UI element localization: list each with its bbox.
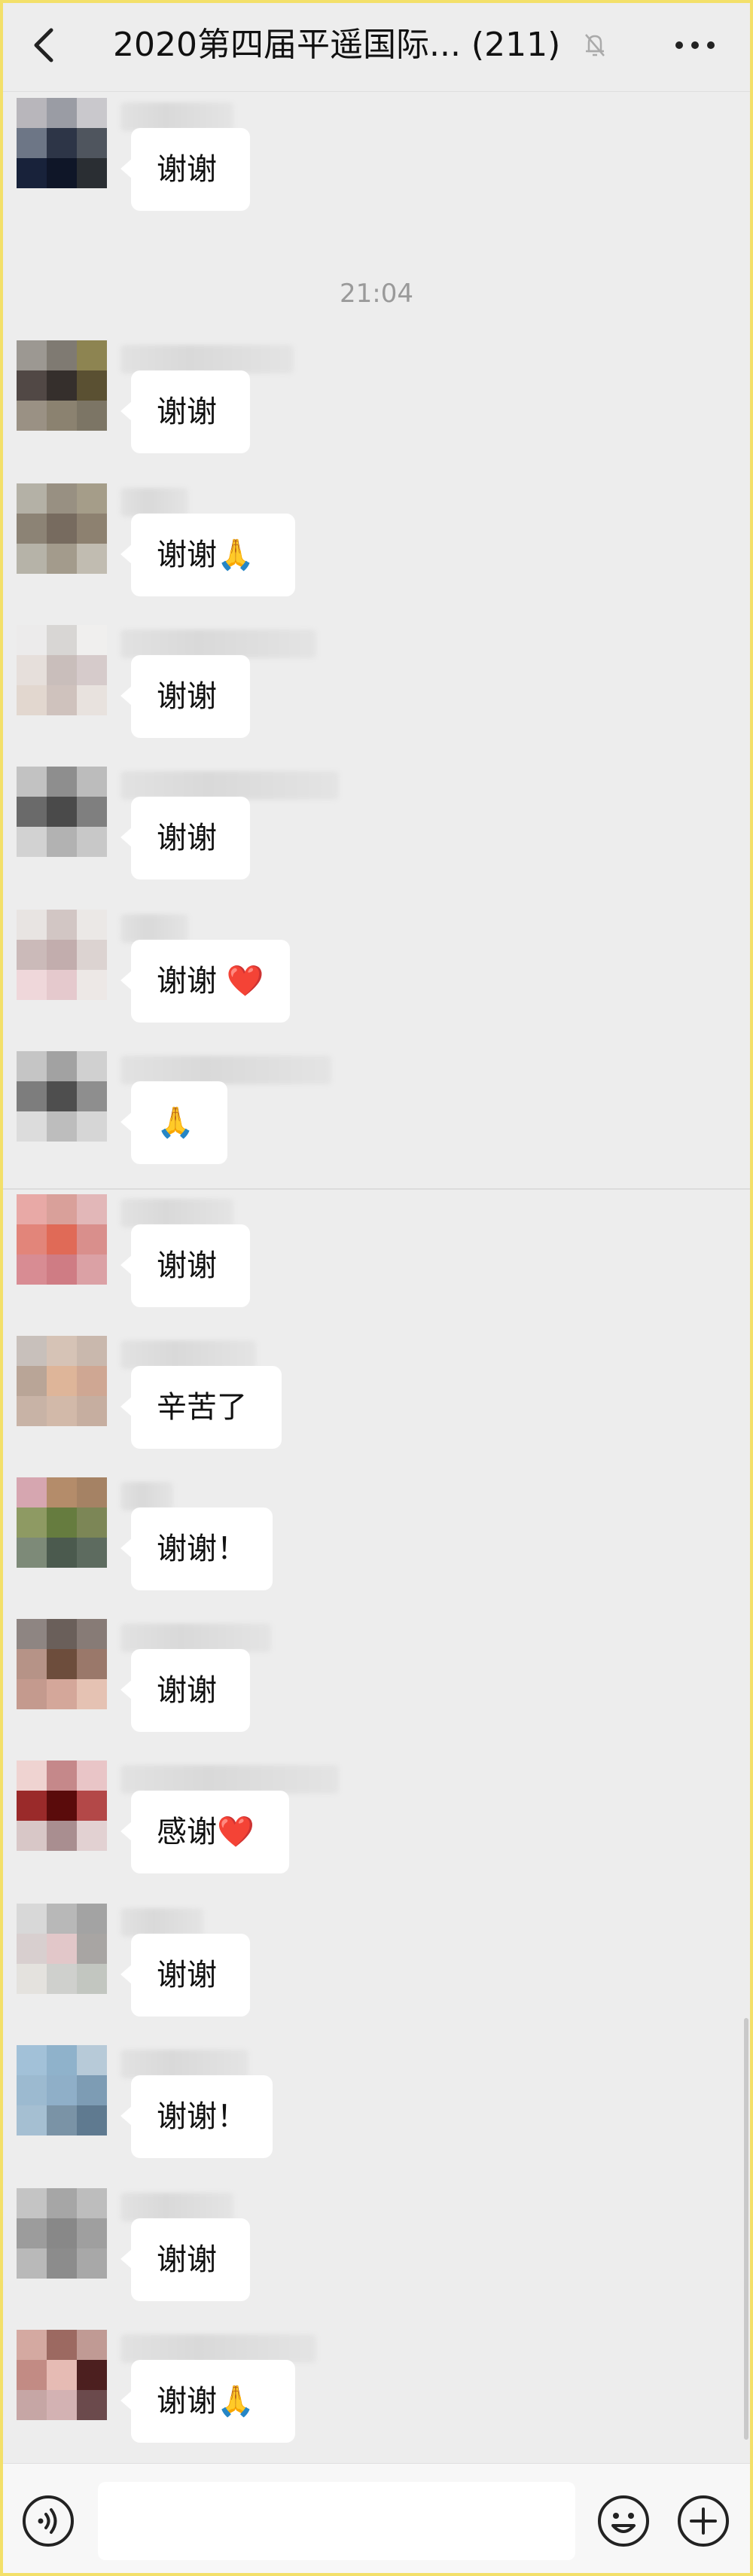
sender-name-blurred — [120, 630, 316, 658]
more-functions-button[interactable] — [676, 2494, 730, 2548]
avatar[interactable] — [17, 1477, 107, 1568]
plus-icon — [678, 2495, 729, 2547]
sender-name-blurred — [120, 2193, 233, 2221]
message-row: 谢谢！ — [0, 2045, 753, 2173]
sender-name-blurred — [120, 1199, 233, 1227]
scrollbar[interactable] — [744, 2018, 748, 2440]
avatar[interactable] — [17, 1051, 107, 1142]
message-bubble[interactable]: 谢谢！ — [120, 2075, 273, 2158]
sender-name-blurred — [120, 102, 233, 131]
sender-name-blurred — [120, 914, 188, 943]
message-row: 谢谢 — [0, 340, 753, 468]
chat-header: 2020第四届平遥国际... (211) — [0, 0, 753, 92]
avatar[interactable] — [17, 625, 107, 715]
message-bubble[interactable]: 谢谢 — [120, 1649, 250, 1732]
avatar[interactable] — [17, 2188, 107, 2279]
message-bubble[interactable]: 谢谢 — [120, 655, 250, 738]
more-dots-icon — [675, 41, 715, 49]
sender-name-blurred — [120, 1482, 173, 1511]
message-bubble[interactable]: 谢谢🙏 — [120, 514, 295, 596]
timestamp: 21:04 — [340, 279, 413, 309]
message-bubble[interactable]: 谢谢！ — [120, 1507, 273, 1590]
chat-title: 2020第四届平遥国际... (211) — [113, 26, 561, 64]
message-row: 谢谢 — [0, 1904, 753, 2032]
voice-button[interactable] — [21, 2494, 75, 2548]
message-row: 感谢❤️ — [0, 1761, 753, 1889]
message-row: 谢谢 — [0, 98, 753, 226]
more-options-button[interactable] — [669, 30, 721, 60]
message-row: 🙏 — [0, 1051, 753, 1179]
message-row: 谢谢！ — [0, 1477, 753, 1605]
avatar[interactable] — [17, 1761, 107, 1851]
voice-icon — [23, 2495, 74, 2547]
message-row: 辛苦了 — [0, 1336, 753, 1464]
bell-muted-icon — [580, 30, 610, 60]
back-button[interactable] — [23, 23, 68, 68]
message-row: 谢谢 ❤️ — [0, 910, 753, 1038]
avatar[interactable] — [17, 1336, 107, 1426]
sender-name-blurred — [120, 1765, 339, 1794]
message-bubble[interactable]: 感谢❤️ — [120, 1791, 289, 1873]
message-bubble[interactable]: 谢谢 — [120, 797, 250, 879]
message-row: 谢谢🙏 — [0, 2330, 753, 2458]
input-bar — [0, 2463, 753, 2576]
message-bubble[interactable]: 谢谢 — [120, 370, 250, 453]
emoji-button[interactable] — [596, 2494, 651, 2548]
avatar[interactable] — [17, 910, 107, 1000]
avatar[interactable] — [17, 1904, 107, 1994]
message-bubble[interactable]: 谢谢 — [120, 1934, 250, 2017]
avatar[interactable] — [17, 1619, 107, 1709]
sender-name-blurred — [120, 1340, 256, 1369]
message-bubble[interactable]: 谢谢🙏 — [120, 2360, 295, 2443]
sender-name-blurred — [120, 488, 188, 517]
message-row: 谢谢 — [0, 767, 753, 895]
sender-name-blurred — [120, 1056, 331, 1084]
message-row: 谢谢 — [0, 1194, 753, 1322]
chevron-left-icon — [34, 28, 53, 62]
message-bubble[interactable]: 谢谢 — [120, 128, 250, 211]
sender-name-blurred — [120, 1908, 203, 1937]
sender-name-blurred — [120, 1623, 271, 1652]
avatar[interactable] — [17, 98, 107, 188]
sender-name-blurred — [120, 345, 294, 373]
avatar[interactable] — [17, 767, 107, 857]
sender-name-blurred — [120, 2334, 316, 2363]
message-bubble[interactable]: 🙏 — [120, 1081, 227, 1164]
message-bubble[interactable]: 谢谢 — [120, 2218, 250, 2301]
avatar[interactable] — [17, 340, 107, 431]
message-row: 谢谢 — [0, 625, 753, 753]
sender-name-blurred — [120, 2050, 248, 2078]
message-input[interactable] — [98, 2482, 575, 2560]
avatar[interactable] — [17, 1194, 107, 1285]
message-bubble[interactable]: 谢谢 — [120, 1224, 250, 1307]
avatar[interactable] — [17, 483, 107, 574]
avatar[interactable] — [17, 2330, 107, 2420]
message-row: 谢谢 — [0, 1619, 753, 1747]
message-bubble[interactable]: 谢谢 ❤️ — [120, 940, 290, 1023]
message-bubble[interactable]: 辛苦了 — [120, 1366, 282, 1449]
section-divider — [0, 1188, 753, 1190]
avatar[interactable] — [17, 2045, 107, 2135]
emoji-icon — [598, 2495, 649, 2547]
message-row: 谢谢🙏 — [0, 483, 753, 611]
sender-name-blurred — [120, 771, 339, 800]
message-row: 谢谢 — [0, 2188, 753, 2316]
